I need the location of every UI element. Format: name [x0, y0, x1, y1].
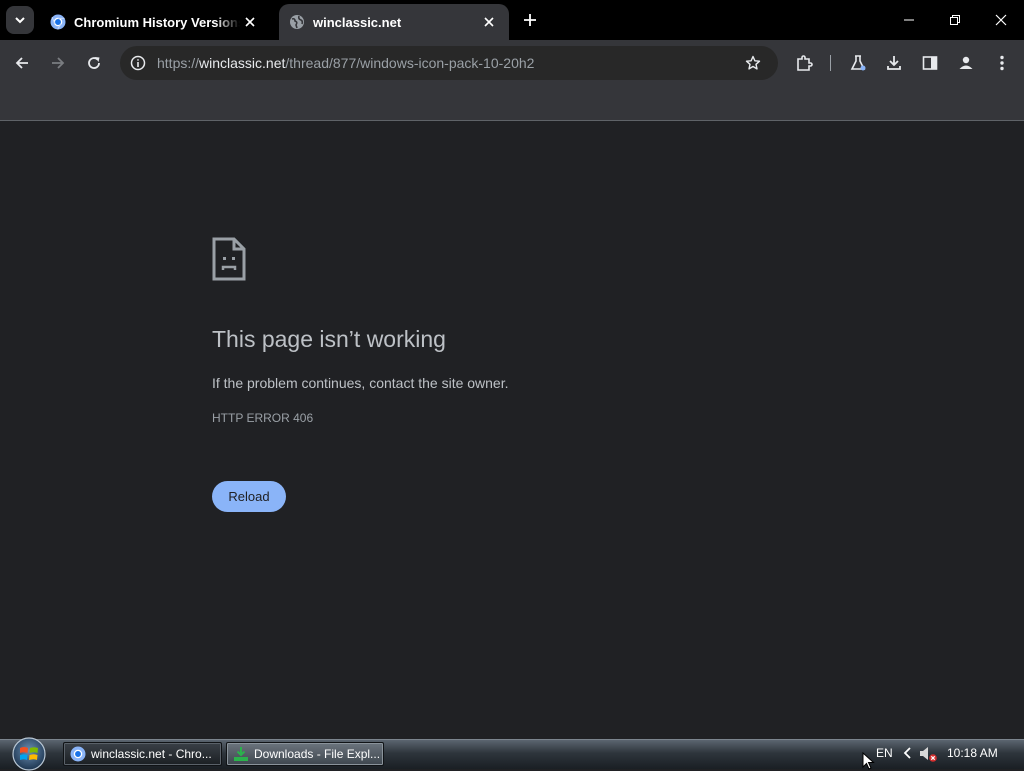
- person-icon: [959, 56, 973, 69]
- tab-search-button[interactable]: [6, 6, 34, 34]
- error-message: If the problem continues, contact the si…: [212, 375, 509, 391]
- close-icon: [245, 17, 255, 27]
- bookmark-star-button[interactable]: [742, 52, 764, 74]
- mouse-cursor-icon: [862, 752, 875, 770]
- flask-icon: [850, 55, 866, 71]
- labs-button[interactable]: [842, 47, 874, 79]
- tab-title: Chromium History Versions Download: [74, 14, 240, 30]
- clock[interactable]: 10:18 AM: [947, 746, 998, 760]
- error-title: This page isn’t working: [212, 326, 446, 352]
- restore-button[interactable]: [932, 0, 978, 40]
- volume-muted-icon[interactable]: [918, 745, 938, 763]
- address-bar[interactable]: https://winclassic.net/thread/877/window…: [120, 46, 778, 80]
- url-host: winclassic.net: [199, 55, 286, 71]
- toolbar-separator: [830, 55, 831, 71]
- page-content: This page isn’t working If the problem c…: [0, 121, 1024, 739]
- tab-strip: Chromium History Versions Download wincl…: [0, 0, 1024, 40]
- site-info-button[interactable]: [126, 51, 150, 75]
- start-button[interactable]: [8, 737, 50, 771]
- tab-chromium-history[interactable]: Chromium History Versions Download: [40, 4, 270, 40]
- language-indicator[interactable]: EN: [876, 746, 893, 760]
- minimize-button[interactable]: [886, 0, 932, 40]
- taskbar-button-downloads[interactable]: Downloads - File Expl...: [226, 742, 384, 766]
- tab-winclassic[interactable]: winclassic.net: [279, 4, 509, 40]
- taskbar-button-chromium[interactable]: winclassic.net - Chro...: [63, 742, 222, 766]
- url-scheme: https://: [157, 55, 200, 71]
- bookmarks-bar: [0, 86, 1024, 121]
- taskbar-button-label: Downloads - File Expl...: [254, 747, 381, 761]
- tab-close-button[interactable]: [479, 12, 499, 32]
- chromium-icon: [70, 746, 86, 762]
- restore-icon: [950, 15, 960, 25]
- minimize-icon: [904, 19, 914, 21]
- side-panel-icon: [922, 56, 938, 70]
- close-icon: [484, 17, 494, 27]
- back-button[interactable]: [6, 47, 38, 79]
- menu-button[interactable]: [986, 47, 1018, 79]
- info-icon: [130, 55, 146, 71]
- download-icon: [887, 56, 901, 70]
- sad-page-icon: [212, 237, 246, 281]
- plus-icon: [524, 14, 536, 26]
- refresh-icon: [88, 57, 100, 69]
- arrow-left-icon: [15, 57, 28, 69]
- taskbar-button-label: winclassic.net - Chro...: [91, 747, 212, 761]
- arrow-right-icon: [52, 57, 65, 69]
- side-panel-button[interactable]: [914, 47, 946, 79]
- forward-button[interactable]: [42, 47, 74, 79]
- chromium-icon: [50, 14, 66, 30]
- reload-button[interactable]: Reload: [212, 481, 286, 512]
- browser-toolbar: https://winclassic.net/thread/877/window…: [0, 40, 1024, 86]
- globe-icon: [290, 15, 304, 29]
- downloads-folder-icon: [234, 747, 248, 761]
- new-tab-button[interactable]: [518, 8, 542, 32]
- url-text[interactable]: https://winclassic.net/thread/877/window…: [157, 55, 534, 71]
- chevron-left-icon[interactable]: [901, 746, 915, 760]
- chevron-down-icon: [15, 17, 25, 24]
- error-code: HTTP ERROR 406: [212, 411, 314, 425]
- close-window-button[interactable]: [978, 0, 1024, 40]
- reload-toolbar-button[interactable]: [78, 47, 110, 79]
- kebab-menu-icon: [1000, 55, 1004, 71]
- star-icon: [745, 55, 761, 70]
- extensions-button[interactable]: [788, 47, 820, 79]
- tab-close-button[interactable]: [240, 12, 260, 32]
- downloads-button[interactable]: [878, 47, 910, 79]
- url-path: /thread/877/windows-icon-pack-10-20h2: [285, 55, 535, 71]
- profile-button[interactable]: [950, 47, 982, 79]
- puzzle-icon: [797, 55, 813, 71]
- tab-title: winclassic.net: [313, 14, 402, 30]
- close-icon: [995, 14, 1007, 26]
